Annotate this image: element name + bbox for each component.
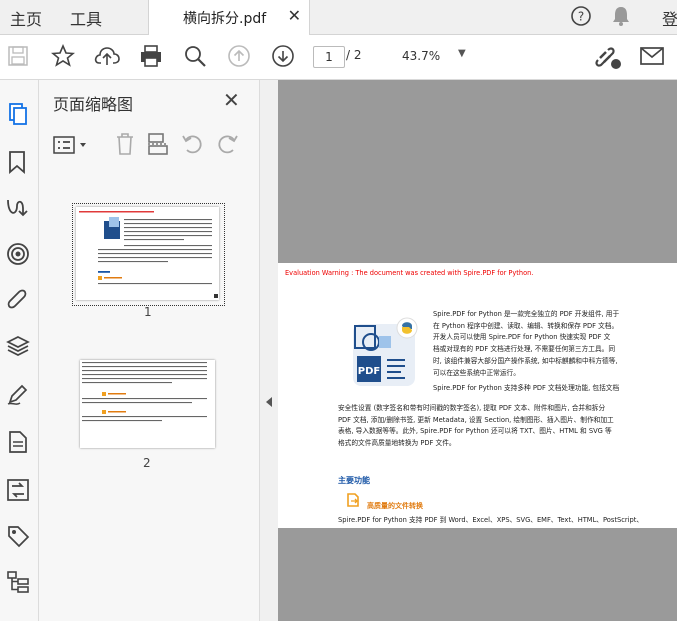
file-convert-icon bbox=[347, 493, 359, 507]
zoom-dropdown-icon[interactable]: ▼ bbox=[458, 48, 466, 59]
intro-line: Spire.PDF for Python 是一款完全独立的 PDF 开发组件, … bbox=[433, 310, 620, 318]
zoom-search-icon[interactable] bbox=[183, 44, 207, 68]
navigation-rail bbox=[0, 80, 39, 621]
print-icon[interactable] bbox=[139, 44, 163, 68]
page-thumbnails-icon[interactable] bbox=[6, 102, 30, 126]
evaluation-warning: Evaluation Warning : The document was cr… bbox=[285, 269, 534, 277]
intro-line: 可以在这些系统中正常运行。 bbox=[433, 368, 520, 377]
tag-icon[interactable] bbox=[6, 524, 30, 548]
cloud-upload-icon[interactable] bbox=[94, 44, 120, 68]
close-tab-button[interactable]: ✕ bbox=[288, 6, 301, 25]
thumbnail-page-1[interactable] bbox=[76, 207, 219, 300]
thumbnail-2-label: 2 bbox=[143, 456, 151, 470]
bookmark-star-icon[interactable] bbox=[51, 44, 75, 68]
bookmarks-icon[interactable] bbox=[7, 150, 27, 174]
intro-line: 开发人员可以使用 Spire.PDF for Python 快速实现 PDF 文 bbox=[433, 333, 611, 342]
intro-line: 在 Python 程序中创建、读取、编辑、转换和保存 PDF 文档。 bbox=[433, 321, 619, 330]
thumbnail-page-2[interactable] bbox=[80, 360, 215, 448]
thumbnail-options-icon[interactable] bbox=[53, 135, 91, 155]
para2-first-line: Spire.PDF for Python 支持多种 PDF 文档处理功能, 包括… bbox=[433, 384, 620, 393]
para2-line: PDF 文档, 添加/删除书签, 更新 Metadata, 设置 Section… bbox=[338, 415, 614, 424]
spire-pdf-logo-icon: PDF bbox=[353, 317, 418, 386]
save-icon[interactable] bbox=[8, 46, 28, 66]
content-tree-icon[interactable] bbox=[6, 570, 30, 594]
menu-home[interactable]: 主页 bbox=[10, 6, 42, 30]
delete-page-icon[interactable] bbox=[115, 132, 135, 156]
menu-tools[interactable]: 工具 bbox=[70, 6, 102, 30]
document-tab[interactable]: 横向拆分.pdf ✕ bbox=[148, 0, 310, 35]
sign-in-link[interactable]: 登 bbox=[662, 6, 677, 30]
sub-heading: 高质量的文件转换 bbox=[367, 502, 423, 510]
pdf-page: Evaluation Warning : The document was cr… bbox=[278, 263, 677, 528]
layers-icon[interactable] bbox=[6, 334, 30, 358]
compare-icon[interactable] bbox=[6, 478, 30, 502]
page-total: / 2 bbox=[346, 48, 362, 62]
email-icon[interactable] bbox=[640, 46, 664, 66]
notification-bell-icon[interactable] bbox=[611, 5, 631, 27]
previous-page-icon[interactable] bbox=[227, 44, 251, 68]
intro-line: 档或对现有的 PDF 文档进行处理, 不需要任何第三方工具。同 bbox=[433, 345, 616, 354]
intro-line: 时, 该组件兼容大部分国产操作系统, 如中标麒麟和中科方德等, bbox=[433, 356, 618, 365]
para2-line: 格式的文件高质量地转换为 PDF 文件。 bbox=[338, 439, 456, 448]
page-number-input[interactable]: 1 bbox=[313, 46, 345, 68]
next-page-icon[interactable] bbox=[271, 44, 295, 68]
main-toolbar: 1 / 2 43.7% ▼ bbox=[0, 35, 677, 80]
attachments-paperclip-icon[interactable] bbox=[6, 288, 30, 312]
thumbnail-1-preview bbox=[79, 211, 218, 298]
collapse-panel-icon[interactable] bbox=[265, 396, 273, 408]
rotate-clockwise-icon[interactable] bbox=[215, 132, 239, 156]
panel-splitter[interactable] bbox=[260, 80, 278, 621]
help-icon[interactable]: ? bbox=[570, 5, 592, 27]
features-paragraph: 安全性设置 (数字签名和带有时间戳的数字签名), 提取 PDF 文本、附件和图片… bbox=[338, 403, 628, 450]
para2-line: 安全性设置 (数字签名和带有时间戳的数字签名), 提取 PDF 文本、附件和图片… bbox=[338, 404, 606, 412]
thumbnail-2-preview bbox=[82, 362, 207, 422]
menu-bar: 主页 工具 横向拆分.pdf ✕ ? 登 bbox=[0, 0, 677, 35]
para2-line: 表格, 导入数据等等。此外, Spire.PDF for Python 还可以将… bbox=[338, 427, 612, 436]
logo-pdf-text: PDF bbox=[358, 366, 380, 377]
document-tab-title: 横向拆分.pdf bbox=[183, 11, 267, 27]
signature-flow-icon[interactable] bbox=[5, 196, 29, 220]
panel-title: 页面缩略图 bbox=[53, 95, 134, 114]
conversion-line: Spire.PDF for Python 支持 PDF 到 Word、Excel… bbox=[338, 516, 644, 524]
extract-pages-icon[interactable] bbox=[147, 132, 169, 156]
layers-target-icon[interactable] bbox=[6, 242, 30, 266]
rotate-counterclockwise-icon[interactable] bbox=[181, 132, 205, 156]
thumbnails-panel: 页面缩略图 ✕ 1 2 bbox=[39, 80, 260, 621]
svg-text:?: ? bbox=[578, 10, 584, 24]
document-icon[interactable] bbox=[7, 430, 29, 454]
section-heading: 主要功能 bbox=[338, 476, 370, 485]
fill-sign-pen-icon[interactable] bbox=[6, 382, 30, 406]
document-viewer[interactable]: Evaluation Warning : The document was cr… bbox=[278, 80, 677, 621]
close-panel-button[interactable]: ✕ bbox=[223, 88, 240, 112]
share-link-icon[interactable] bbox=[594, 44, 624, 70]
intro-paragraph: Spire.PDF for Python 是一款完全独立的 PDF 开发组件, … bbox=[433, 309, 625, 395]
thumbnail-1-label: 1 bbox=[144, 305, 152, 319]
